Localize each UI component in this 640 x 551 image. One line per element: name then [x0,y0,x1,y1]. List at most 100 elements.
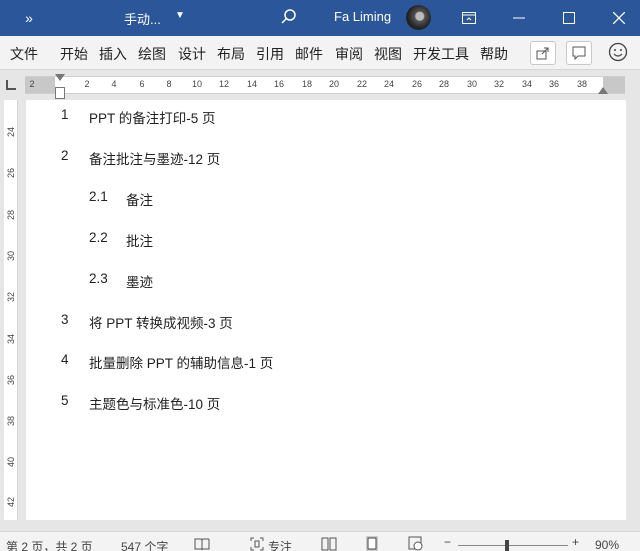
quick-access-more-button[interactable]: » [0,10,56,26]
toc-text: 墨迹 [126,275,153,290]
toc-entry[interactable]: 2.2 批注 [89,230,153,250]
comment-icon [572,46,586,60]
toc-entry[interactable]: 3 将 PPT 转换成视频-3 页 [61,312,233,332]
toc-number: 2.2 [89,230,108,245]
toc-number: 3 [61,312,69,327]
toc-entry[interactable]: 1 PPT 的备注打印-5 页 [61,107,216,127]
ruler-number: 6 [139,79,145,89]
web-layout-icon[interactable] [408,536,424,551]
avatar[interactable] [406,5,431,30]
toc-entry[interactable]: 2.1 备注 [89,189,153,209]
tab-review[interactable]: 审阅 [335,44,363,64]
ruler-number: 42 [6,497,16,508]
ruler-number: 22 [356,79,368,89]
zoom-level[interactable]: 90% [595,538,619,551]
ruler-number: 8 [166,79,172,89]
status-bar: 第 2 页，共 2 页 547 个字 专注 − + 90% [0,531,640,551]
horizontal-ruler[interactable]: 2 2 4 6 8 10 12 14 16 18 20 22 24 26 28 … [25,76,625,94]
ruler-number: 34 [6,334,16,345]
right-indent-marker[interactable] [598,87,608,94]
toc-number: 2.1 [89,189,108,204]
print-layout-icon[interactable] [364,536,380,551]
ruler-number: 28 [6,210,16,221]
focus-icon[interactable] [250,537,264,551]
close-icon [613,12,625,24]
tab-file[interactable]: 文件 [10,44,38,64]
ribbon-tabs: 文件 开始 插入 绘图 设计 布局 引用 邮件 审阅 视图 开发工具 帮助 [0,36,640,70]
toc-number: 5 [61,393,69,408]
ruler-number: 36 [6,375,16,386]
toc-entry[interactable]: 2.3 墨迹 [89,271,153,291]
ruler-number: 32 [493,79,505,89]
minimize-button[interactable] [496,0,542,36]
chevron-down-icon[interactable]: ▼ [175,10,185,21]
toc-number: 2 [61,148,69,163]
ruler-number: 14 [246,79,258,89]
ruler-number: 10 [191,79,203,89]
zoom-out-button[interactable]: − [444,535,451,549]
close-button[interactable] [596,0,640,36]
ribbon-display-options-button[interactable] [446,0,492,36]
ruler-number: 32 [6,292,16,303]
tab-home[interactable]: 开始 [60,44,88,64]
toc-text: 批注 [126,234,153,249]
ruler-number: 12 [218,79,230,89]
tab-layout[interactable]: 布局 [217,44,245,64]
ruler-number: 40 [6,457,16,468]
tab-selector-icon[interactable] [6,80,16,90]
toc-entry[interactable]: 4 批量删除 PPT 的辅助信息-1 页 [61,352,273,372]
ruler-number: 2 [29,79,35,89]
document-title[interactable]: 手动... [124,9,161,28]
minimize-icon [513,17,525,19]
ruler-number: 28 [438,79,450,89]
ruler-number: 26 [411,79,423,89]
search-icon[interactable] [280,8,298,26]
tab-mailings[interactable]: 邮件 [295,44,323,64]
tab-draw[interactable]: 绘图 [138,44,166,64]
ruler-number: 26 [6,168,16,179]
ruler-number: 38 [6,416,16,427]
ruler-number: 4 [111,79,117,89]
read-aloud-book-icon[interactable] [194,537,210,551]
page-count[interactable]: 第 2 页，共 2 页 [6,538,93,551]
toc-entry[interactable]: 5 主题色与标准色-10 页 [61,393,220,413]
ruler-number: 34 [521,79,533,89]
user-name[interactable]: Fa Liming [334,9,391,24]
tab-design[interactable]: 设计 [178,44,206,64]
share-button[interactable] [530,41,556,65]
share-icon [536,47,549,60]
toc-text: 主题色与标准色-10 页 [89,397,221,412]
toc-text: 将 PPT 转换成视频-3 页 [89,316,233,331]
tab-insert[interactable]: 插入 [99,44,127,64]
toc-number: 2.3 [89,271,108,286]
zoom-slider-track[interactable] [458,545,568,546]
vertical-scrollbar[interactable] [626,100,640,520]
zoom-slider-thumb[interactable] [505,540,509,551]
ruler-number: 30 [6,251,16,262]
hanging-indent-marker[interactable] [55,87,65,99]
maximize-button[interactable] [546,0,592,36]
focus-mode-button[interactable]: 专注 [268,538,292,551]
tab-developer[interactable]: 开发工具 [413,44,469,64]
toc-text: 批量删除 PPT 的辅助信息-1 页 [89,356,274,371]
toc-number: 4 [61,352,69,367]
word-count[interactable]: 547 个字 [121,538,168,551]
document-page[interactable]: 1 PPT 的备注打印-5 页 2 备注批注与墨迹-12 页 2.1 备注 2.… [26,100,626,520]
zoom-in-button[interactable]: + [572,535,579,549]
ruler-number: 16 [273,79,285,89]
first-line-indent-marker[interactable] [55,74,65,81]
toc-text: PPT 的备注打印-5 页 [89,111,216,126]
read-mode-icon[interactable] [321,537,337,551]
feedback-smiley-icon[interactable] [608,42,628,62]
tab-view[interactable]: 视图 [374,44,402,64]
tab-references[interactable]: 引用 [256,44,284,64]
ruler-number: 2 [84,79,90,89]
vertical-ruler[interactable]: 24 26 28 30 32 34 36 38 40 42 [4,100,18,520]
maximize-icon [563,12,575,24]
comments-button[interactable] [566,41,592,65]
toc-text: 备注批注与墨迹-12 页 [89,152,221,167]
ruler-number: 20 [328,79,340,89]
toc-entry[interactable]: 2 备注批注与墨迹-12 页 [61,148,220,168]
ribbon-display-icon [462,12,476,24]
tab-help[interactable]: 帮助 [480,44,508,64]
